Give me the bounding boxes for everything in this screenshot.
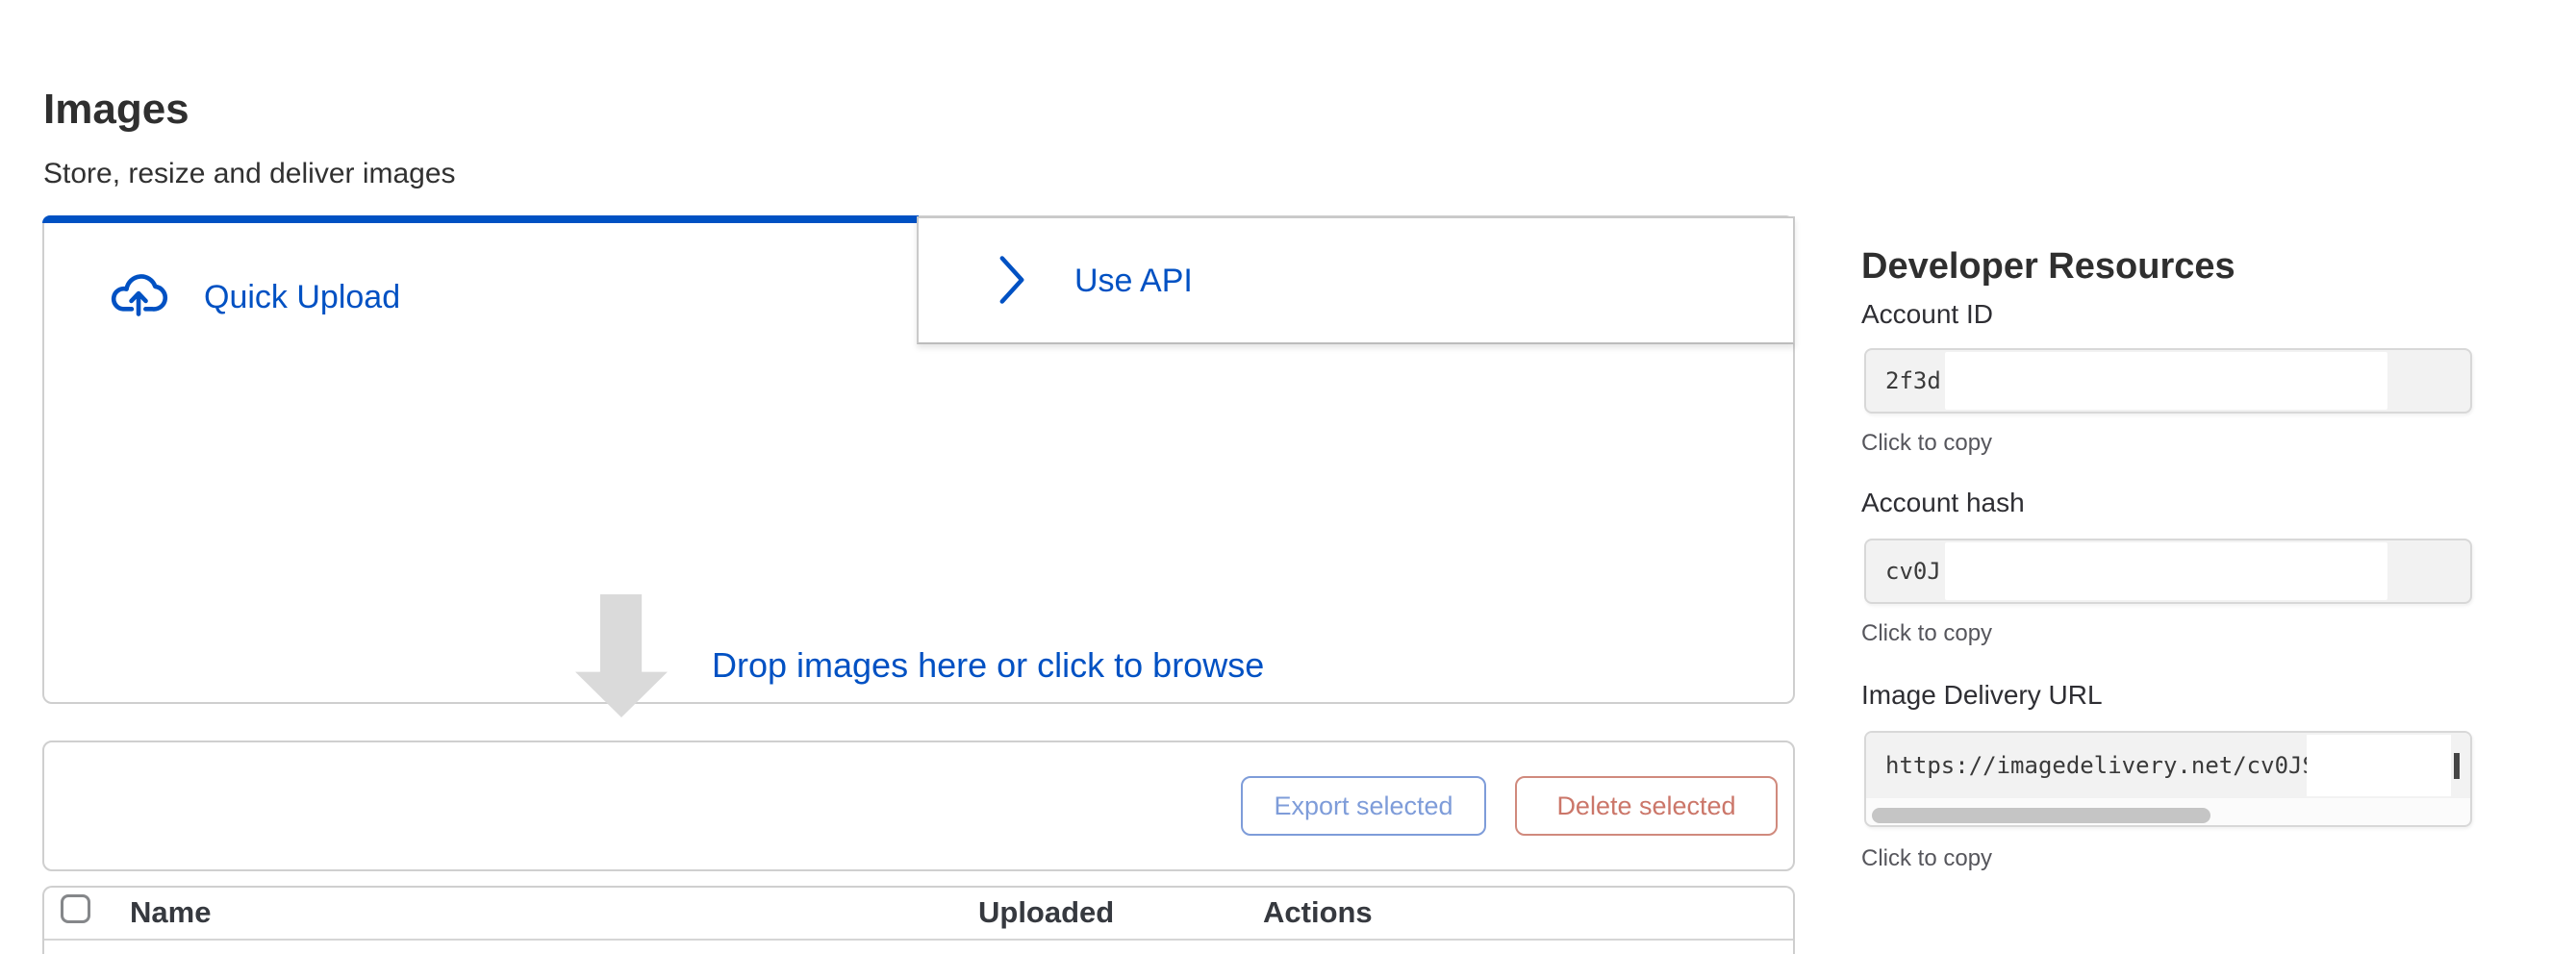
- account-hash-field[interactable]: cv0J: [1864, 539, 2472, 604]
- delete-selected-button[interactable]: Delete selected: [1515, 776, 1778, 836]
- arrow-down-icon: [575, 594, 668, 717]
- export-selected-button[interactable]: Export selected: [1241, 776, 1486, 836]
- account-hash-label: Account hash: [1861, 487, 2025, 519]
- account-hash-value: cv0J: [1885, 540, 1941, 602]
- table-toolbar: Export selected Delete selected: [42, 741, 1795, 871]
- column-header-name: Name: [130, 888, 211, 937]
- cloud-upload-icon: [106, 271, 173, 317]
- dropzone[interactable]: Drop images here or click to browse: [46, 346, 1791, 700]
- image-delivery-url-value-area: https://imagedelivery.net/cv0JS: [1866, 733, 2470, 798]
- account-id-copy-hint: Click to copy: [1861, 429, 1992, 458]
- account-id-value: 2f3d: [1885, 350, 1941, 412]
- column-header-actions: Actions: [1263, 888, 1373, 937]
- image-delivery-url-value: https://imagedelivery.net/cv0JS: [1885, 733, 2316, 798]
- table-header-row: Name Uploaded Actions: [44, 888, 1793, 941]
- column-header-uploaded: Uploaded: [978, 888, 1114, 937]
- page-subtitle: Store, resize and deliver images: [43, 156, 456, 192]
- account-hash-copy-hint: Click to copy: [1861, 619, 1992, 648]
- image-delivery-url-field[interactable]: https://imagedelivery.net/cv0JS: [1864, 731, 2472, 827]
- account-id-field[interactable]: 2f3d: [1864, 348, 2472, 414]
- redaction-overlay: [1945, 352, 2387, 410]
- dropzone-label: Drop images here or click to browse: [712, 644, 1264, 687]
- tab-use-api-label: Use API: [1074, 261, 1193, 301]
- image-delivery-url-label: Image Delivery URL: [1861, 679, 2103, 712]
- image-delivery-url-copy-hint: Click to copy: [1861, 844, 1992, 873]
- developer-resources-heading: Developer Resources: [1861, 244, 2235, 289]
- redaction-overlay: [1945, 542, 2387, 600]
- chevron-right-icon: [998, 254, 1026, 306]
- tab-quick-upload[interactable]: Quick Upload: [44, 223, 915, 346]
- partial-glyph: [2454, 753, 2460, 779]
- images-table: Name Uploaded Actions: [42, 886, 1795, 954]
- select-all-checkbox[interactable]: [61, 894, 90, 923]
- active-tab-indicator: [42, 215, 919, 223]
- redaction-overlay: [2307, 735, 2451, 796]
- images-page: Images Store, resize and deliver images …: [0, 0, 2576, 954]
- page-title: Images: [43, 86, 189, 134]
- horizontal-scrollbar-thumb[interactable]: [1872, 808, 2210, 823]
- tab-use-api[interactable]: Use API: [917, 216, 1795, 344]
- tab-quick-upload-label: Quick Upload: [204, 277, 400, 317]
- account-id-label: Account ID: [1861, 298, 1993, 331]
